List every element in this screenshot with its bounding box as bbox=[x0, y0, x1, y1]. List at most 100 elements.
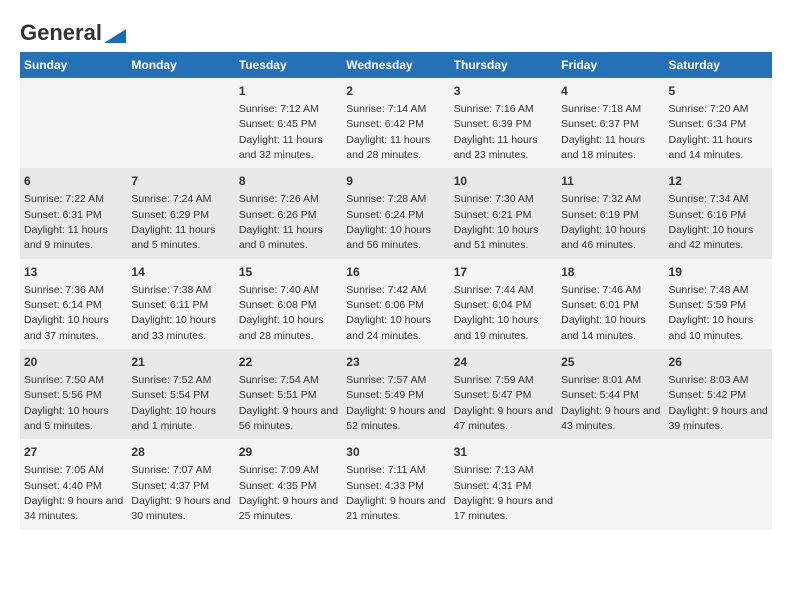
day-number: 4 bbox=[561, 83, 660, 100]
day-info: Sunrise: 7:09 AM Sunset: 4:35 PM Dayligh… bbox=[239, 464, 338, 522]
day-cell bbox=[127, 78, 234, 168]
day-cell: 11 Sunrise: 7:32 AM Sunset: 6:19 PM Dayli… bbox=[557, 168, 664, 258]
day-number: 24 bbox=[454, 354, 553, 371]
day-cell: 30 Sunrise: 7:11 AM Sunset: 4:33 PM Dayli… bbox=[342, 439, 449, 529]
page-header: General bbox=[20, 20, 772, 42]
day-cell: 17 Sunrise: 7:44 AM Sunset: 6:04 PM Dayli… bbox=[450, 259, 557, 349]
day-number: 2 bbox=[346, 83, 445, 100]
week-row-1: 1 Sunrise: 7:12 AM Sunset: 6:45 PM Daylig… bbox=[20, 78, 772, 168]
day-info: Sunrise: 7:16 AM Sunset: 6:39 PM Dayligh… bbox=[454, 103, 538, 161]
day-cell: 25Sunrise: 8:01 AM Sunset: 5:44 PM Dayli… bbox=[557, 349, 664, 439]
day-cell: 16Sunrise: 7:42 AM Sunset: 6:06 PM Dayli… bbox=[342, 259, 449, 349]
day-info: Sunrise: 7:30 AM Sunset: 6:21 PM Dayligh… bbox=[454, 193, 539, 251]
day-cell: 26 Sunrise: 8:03 AM Sunset: 5:42 PM Dayli… bbox=[665, 349, 772, 439]
day-info: Sunrise: 7:26 AM Sunset: 6:26 PM Dayligh… bbox=[239, 193, 323, 251]
day-number: 15 bbox=[239, 264, 338, 281]
day-cell: 5 Sunrise: 7:20 AM Sunset: 6:34 PM Daylig… bbox=[665, 78, 772, 168]
day-number: 11 bbox=[561, 173, 660, 190]
day-info: Sunrise: 7:57 AM Sunset: 5:49 PM Dayligh… bbox=[346, 374, 445, 432]
day-cell: 3 Sunrise: 7:16 AM Sunset: 6:39 PM Daylig… bbox=[450, 78, 557, 168]
day-info: Sunrise: 7:13 AM Sunset: 4:31 PM Dayligh… bbox=[454, 464, 553, 522]
day-cell: 14 Sunrise: 7:38 AM Sunset: 6:11 PM Dayli… bbox=[127, 259, 234, 349]
day-number: 3 bbox=[454, 83, 553, 100]
day-cell: 21 Sunrise: 7:52 AM Sunset: 5:54 PM Dayli… bbox=[127, 349, 234, 439]
day-cell: 28Sunrise: 7:07 AM Sunset: 4:37 PM Dayli… bbox=[127, 439, 234, 529]
day-cell: 29 Sunrise: 7:09 AM Sunset: 4:35 PM Dayli… bbox=[235, 439, 342, 529]
day-number: 6 bbox=[24, 173, 123, 190]
day-info: Sunrise: 7:46 AM Sunset: 6:01 PM Dayligh… bbox=[561, 284, 646, 342]
day-number: 22 bbox=[239, 354, 338, 371]
day-number: 31 bbox=[454, 444, 553, 461]
day-cell: 15 Sunrise: 7:40 AM Sunset: 6:08 PM Dayli… bbox=[235, 259, 342, 349]
day-info: Sunrise: 7:12 AM Sunset: 6:45 PM Dayligh… bbox=[239, 103, 323, 161]
day-info: Sunrise: 7:44 AM Sunset: 6:04 PM Dayligh… bbox=[454, 284, 539, 342]
day-info: Sunrise: 7:50 AM Sunset: 5:56 PM Dayligh… bbox=[24, 374, 109, 432]
day-cell: 27 Sunrise: 7:05 AM Sunset: 4:40 PM Dayli… bbox=[20, 439, 127, 529]
logo-arrow-icon bbox=[104, 25, 126, 43]
day-number: 18 bbox=[561, 264, 660, 281]
day-info: Sunrise: 7:11 AM Sunset: 4:33 PM Dayligh… bbox=[346, 464, 445, 522]
day-number: 26 bbox=[669, 354, 768, 371]
day-info: Sunrise: 7:40 AM Sunset: 6:08 PM Dayligh… bbox=[239, 284, 324, 342]
day-info: Sunrise: 8:03 AM Sunset: 5:42 PM Dayligh… bbox=[669, 374, 768, 432]
day-cell: 9Sunrise: 7:28 AM Sunset: 6:24 PM Daylig… bbox=[342, 168, 449, 258]
day-cell: 1 Sunrise: 7:12 AM Sunset: 6:45 PM Daylig… bbox=[235, 78, 342, 168]
day-info: Sunrise: 7:18 AM Sunset: 6:37 PM Dayligh… bbox=[561, 103, 645, 161]
day-info: Sunrise: 7:24 AM Sunset: 6:29 PM Dayligh… bbox=[131, 193, 215, 251]
day-info: Sunrise: 7:22 AM Sunset: 6:31 PM Dayligh… bbox=[24, 193, 108, 251]
day-number: 21 bbox=[131, 354, 230, 371]
logo: General bbox=[20, 20, 126, 42]
day-number: 19 bbox=[669, 264, 768, 281]
col-header-wednesday: Wednesday bbox=[342, 52, 449, 78]
day-cell bbox=[557, 439, 664, 529]
day-cell: 8 Sunrise: 7:26 AM Sunset: 6:26 PM Daylig… bbox=[235, 168, 342, 258]
calendar-table: SundayMondayTuesdayWednesdayThursdayFrid… bbox=[20, 52, 772, 530]
day-number: 8 bbox=[239, 173, 338, 190]
logo-general: General bbox=[20, 20, 102, 46]
day-number: 1 bbox=[239, 83, 338, 100]
day-info: Sunrise: 7:54 AM Sunset: 5:51 PM Dayligh… bbox=[239, 374, 338, 432]
day-cell: 23 Sunrise: 7:57 AM Sunset: 5:49 PM Dayli… bbox=[342, 349, 449, 439]
day-number: 14 bbox=[131, 264, 230, 281]
day-info: Sunrise: 7:38 AM Sunset: 6:11 PM Dayligh… bbox=[131, 284, 216, 342]
day-info: Sunrise: 7:32 AM Sunset: 6:19 PM Dayligh… bbox=[561, 193, 646, 251]
day-cell: 6 Sunrise: 7:22 AM Sunset: 6:31 PM Daylig… bbox=[20, 168, 127, 258]
day-cell: 24 Sunrise: 7:59 AM Sunset: 5:47 PM Dayli… bbox=[450, 349, 557, 439]
col-header-tuesday: Tuesday bbox=[235, 52, 342, 78]
day-cell: 22 Sunrise: 7:54 AM Sunset: 5:51 PM Dayli… bbox=[235, 349, 342, 439]
week-row-5: 27 Sunrise: 7:05 AM Sunset: 4:40 PM Dayli… bbox=[20, 439, 772, 529]
day-info: Sunrise: 7:48 AM Sunset: 5:59 PM Dayligh… bbox=[669, 284, 754, 342]
day-cell: 20Sunrise: 7:50 AM Sunset: 5:56 PM Dayli… bbox=[20, 349, 127, 439]
day-number: 12 bbox=[669, 173, 768, 190]
day-cell: 2 Sunrise: 7:14 AM Sunset: 6:42 PM Daylig… bbox=[342, 78, 449, 168]
day-number: 30 bbox=[346, 444, 445, 461]
day-cell bbox=[665, 439, 772, 529]
day-cell: 13Sunrise: 7:36 AM Sunset: 6:14 PM Dayli… bbox=[20, 259, 127, 349]
day-info: Sunrise: 7:05 AM Sunset: 4:40 PM Dayligh… bbox=[24, 464, 123, 522]
week-row-3: 13Sunrise: 7:36 AM Sunset: 6:14 PM Dayli… bbox=[20, 259, 772, 349]
day-number: 9 bbox=[346, 173, 445, 190]
day-info: Sunrise: 7:52 AM Sunset: 5:54 PM Dayligh… bbox=[131, 374, 216, 432]
day-info: Sunrise: 7:59 AM Sunset: 5:47 PM Dayligh… bbox=[454, 374, 553, 432]
day-info: Sunrise: 8:01 AM Sunset: 5:44 PM Dayligh… bbox=[561, 374, 660, 432]
day-number: 17 bbox=[454, 264, 553, 281]
day-number: 29 bbox=[239, 444, 338, 461]
day-info: Sunrise: 7:34 AM Sunset: 6:16 PM Dayligh… bbox=[669, 193, 754, 251]
col-header-thursday: Thursday bbox=[450, 52, 557, 78]
day-info: Sunrise: 7:20 AM Sunset: 6:34 PM Dayligh… bbox=[669, 103, 753, 161]
day-number: 23 bbox=[346, 354, 445, 371]
day-number: 27 bbox=[24, 444, 123, 461]
day-info: Sunrise: 7:36 AM Sunset: 6:14 PM Dayligh… bbox=[24, 284, 109, 342]
day-cell: 4 Sunrise: 7:18 AM Sunset: 6:37 PM Daylig… bbox=[557, 78, 664, 168]
week-row-2: 6 Sunrise: 7:22 AM Sunset: 6:31 PM Daylig… bbox=[20, 168, 772, 258]
day-info: Sunrise: 7:07 AM Sunset: 4:37 PM Dayligh… bbox=[131, 464, 230, 522]
day-cell bbox=[20, 78, 127, 168]
col-header-saturday: Saturday bbox=[665, 52, 772, 78]
day-info: Sunrise: 7:14 AM Sunset: 6:42 PM Dayligh… bbox=[346, 103, 430, 161]
week-row-4: 20Sunrise: 7:50 AM Sunset: 5:56 PM Dayli… bbox=[20, 349, 772, 439]
day-number: 16 bbox=[346, 264, 445, 281]
day-cell: 18 Sunrise: 7:46 AM Sunset: 6:01 PM Dayli… bbox=[557, 259, 664, 349]
col-header-monday: Monday bbox=[127, 52, 234, 78]
day-cell: 10Sunrise: 7:30 AM Sunset: 6:21 PM Dayli… bbox=[450, 168, 557, 258]
day-number: 5 bbox=[669, 83, 768, 100]
